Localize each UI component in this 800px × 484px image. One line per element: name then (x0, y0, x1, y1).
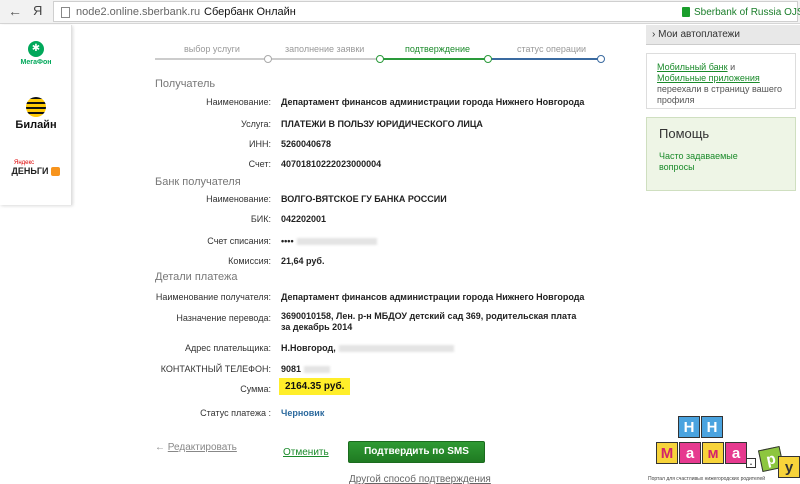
step-dot (484, 55, 492, 63)
page-title: Сбербанк Онлайн (204, 6, 296, 18)
cancel-link[interactable]: Отменить (283, 447, 329, 458)
phone-label: КОНТАКТНЫЙ ТЕЛЕФОН: (160, 364, 271, 374)
step-select-service: выбор услуги (184, 44, 240, 54)
yandex-icon[interactable]: Я (33, 3, 42, 18)
account-value: 40701810222023000004 (281, 159, 382, 169)
back-arrow-icon: ← (155, 442, 165, 453)
step-fill-form: заполнение заявки (285, 44, 365, 54)
logo-cube: у (778, 456, 800, 478)
bank-name-label: Наименование: (206, 194, 271, 204)
megafon-ad[interactable]: ✱ МегаФон (8, 41, 64, 66)
sum-label: Сумма: (240, 384, 271, 394)
yandex-money-ad[interactable]: Яндекс ДЕНЬГИ (8, 160, 64, 176)
steps-line-active (380, 58, 488, 60)
secure-badge[interactable]: Sberbank of Russia OJSC (694, 7, 800, 18)
fee-label: Комиссия: (228, 256, 271, 266)
beeline-label: Билайн (15, 119, 57, 131)
megafon-logo-icon: ✱ (28, 41, 44, 57)
fee-value: 21,64 руб. (281, 256, 325, 266)
inn-label: ИНН: (249, 139, 271, 149)
bik-value: 042202001 (281, 214, 327, 224)
mobile-apps-link[interactable]: Мобильные приложения (657, 73, 760, 83)
section-bank-title: Банк получателя (155, 176, 241, 188)
faq-link[interactable]: Часто задаваемые вопросы (659, 151, 749, 173)
recipient-name-label: Наименование: (206, 97, 271, 107)
left-ads-panel: ✱ МегаФон Билайн Яндекс ДЕНЬГИ (0, 25, 72, 205)
step-dot (597, 55, 605, 63)
steps-line-next (488, 58, 602, 60)
edit-link[interactable]: ← Редактировать (155, 442, 237, 453)
page-icon (61, 7, 70, 18)
megafon-label: МегаФон (20, 59, 52, 66)
service-value: ПЛАТЕЖИ В ПОЛЬЗУ ЮРИДИЧЕСКОГО ЛИЦА (281, 119, 483, 129)
logo-cube: . (746, 458, 756, 468)
step-dot (376, 55, 384, 63)
mobile-notice: Мобильный банк и Мобильные приложения пе… (646, 53, 796, 109)
details-recipient-label: Наименование получателя: (155, 292, 271, 302)
address-value: Н.Новгород, (281, 343, 454, 353)
beeline-ad[interactable]: Билайн (8, 97, 64, 131)
purpose-value: 3690010158, Лен. р-н МБДОУ детский сад 3… (281, 311, 577, 332)
help-panel: Помощь Часто задаваемые вопросы (646, 117, 796, 191)
chevron-right-icon: › (652, 29, 656, 40)
step-dot (264, 55, 272, 63)
details-recipient-value: Департамент финансов администрации город… (281, 292, 585, 302)
yandex-money-icon (51, 166, 61, 176)
recipient-name-value: Департамент финансов администрации город… (281, 97, 585, 107)
purpose-label: Назначение перевода: (176, 313, 271, 323)
browser-toolbar: ← Я node2.online.sberbank.ru Сбербанк Он… (0, 0, 800, 24)
step-confirm: подтверждение (405, 44, 471, 54)
section-recipient-title: Получатель (155, 78, 216, 90)
url-text[interactable]: node2.online.sberbank.ru (76, 6, 200, 18)
logo-cube: а (679, 442, 701, 464)
logo-caption: Портал для счастливых нижегородских роди… (648, 476, 766, 482)
phone-value: 9081 (281, 364, 331, 374)
section-details-title: Детали платежа (155, 271, 238, 283)
autopay-menu-item[interactable]: › Мои автоплатежи (646, 25, 800, 45)
confirm-sms-button[interactable]: Подтвердить по SMS (348, 441, 485, 463)
logo-cube: Н (678, 416, 700, 438)
bank-name-value: ВОЛГО-ВЯТСКОЕ ГУ БАНКА РОССИИ (281, 194, 447, 204)
back-arrow-icon[interactable]: ← (8, 3, 22, 19)
nn-mama-logo: Н Н М а м а . р у Портал для счастливых … (648, 412, 800, 484)
address-label: Адрес плательщика: (185, 343, 271, 353)
sum-value: 2164.35 руб. (279, 378, 351, 395)
bik-label: БИК: (250, 214, 271, 224)
address-bar[interactable]: node2.online.sberbank.ru Сбербанк Онлайн… (53, 1, 800, 22)
debit-account-value: •••• (281, 236, 377, 246)
inn-value: 5260040678 (281, 139, 332, 149)
lock-icon (682, 7, 690, 17)
logo-cube: м (702, 442, 724, 464)
other-confirm-method-link[interactable]: Другой способ подтверждения (349, 474, 491, 484)
step-status: статус операции (517, 44, 587, 54)
debit-account-label: Счет списания: (207, 236, 271, 246)
status-label: Статус платежа : (200, 408, 271, 418)
logo-cube: а (725, 442, 747, 464)
service-label: Услуга: (241, 119, 271, 129)
help-title: Помощь (659, 126, 710, 141)
status-value: Черновик (281, 408, 325, 418)
logo-cube: М (656, 442, 678, 464)
account-label: Счет: (248, 159, 271, 169)
yandex-money-label: ДЕНЬГИ (11, 166, 49, 176)
logo-cube: Н (701, 416, 723, 438)
mobile-bank-link[interactable]: Мобильный банк (657, 62, 728, 72)
beeline-logo-icon (26, 97, 46, 117)
